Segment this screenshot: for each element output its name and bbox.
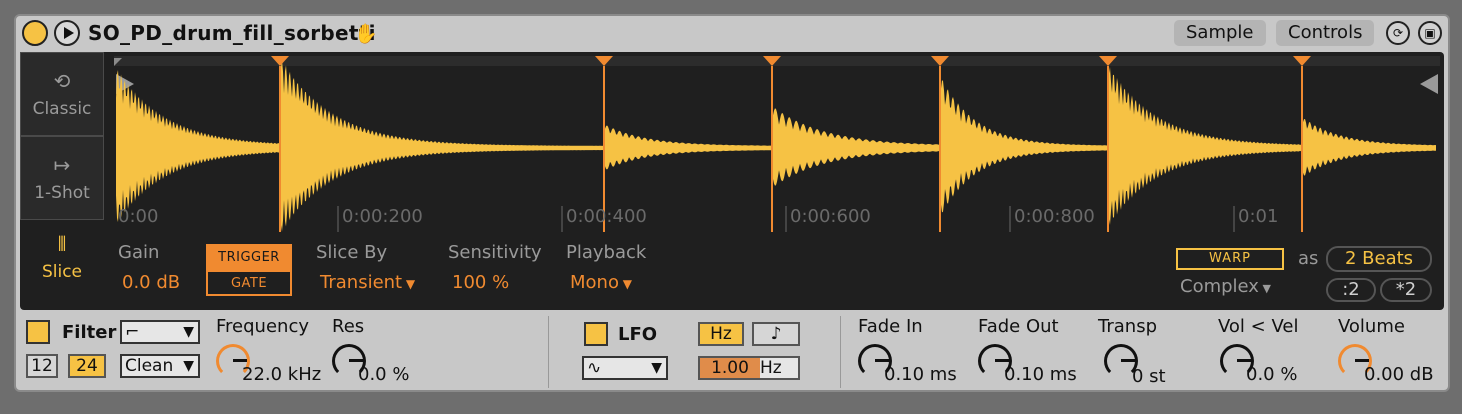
half-tempo-button[interactable]: :2: [1326, 278, 1376, 302]
beats-value[interactable]: 2 Beats: [1326, 246, 1432, 272]
transp-label: Transp: [1098, 316, 1157, 337]
lower-controls: Filter ⌐ ▼ 12 24 Clean ▼ Frequency 22.0 kH…: [16, 312, 1448, 392]
chevron-down-icon: ▼: [183, 358, 194, 374]
fade-out-label: Fade Out: [978, 316, 1059, 337]
filter-circuit-value: Clean: [125, 356, 174, 376]
lowpass-curve-icon: ⌐: [125, 322, 140, 342]
time-label: 0:00:200: [342, 206, 423, 227]
warp-button[interactable]: WARP: [1176, 248, 1284, 270]
playback-mode-selector: ⟲ Classic ↦ 1-Shot ⦀ Slice: [20, 52, 104, 310]
mode-classic-label: Classic: [32, 99, 92, 119]
slope-24-button[interactable]: 24: [68, 354, 106, 378]
gate-button[interactable]: GATE: [208, 270, 290, 294]
waveform-view[interactable]: 0:00 0:00:200 0:00:400 0:00:600 0:00:800 0:0…: [114, 56, 1440, 232]
slice-by-value: Transient: [320, 272, 403, 293]
warp-mode-dropdown[interactable]: Complex ▼: [1180, 276, 1271, 297]
lfo-hz-button[interactable]: Hz: [698, 322, 744, 346]
lfo-label: LFO: [618, 324, 658, 345]
slice-by-label: Slice By: [316, 242, 388, 263]
tab-sample[interactable]: Sample: [1174, 20, 1266, 46]
save-icon[interactable]: ▣: [1418, 21, 1442, 45]
time-label-start: 0:00: [118, 206, 158, 227]
mode-one-shot-button[interactable]: ↦ 1-Shot: [20, 136, 104, 220]
playback-label: Playback: [566, 242, 647, 263]
mode-slice-button[interactable]: ⦀ Slice: [20, 222, 104, 306]
chevron-down-icon: ▼: [651, 360, 662, 376]
lfo-rate-unit: Hz: [760, 358, 782, 378]
hand-icon: ✋: [354, 23, 378, 45]
one-shot-icon: ↦: [53, 153, 71, 177]
fade-in-value: 0.10 ms: [884, 364, 957, 385]
lfo-rate-field[interactable]: 1.00 Hz: [698, 356, 800, 380]
playback-dropdown[interactable]: Mono ▼: [570, 272, 632, 293]
section-divider: [548, 316, 549, 388]
lfo-sync-button[interactable]: ♪: [752, 322, 800, 346]
filter-toggle[interactable]: [26, 320, 50, 344]
time-ruler: 0:00 0:00:200 0:00:400 0:00:600 0:00:800 0:0…: [118, 206, 1278, 232]
vol-vel-value: 0.0 %: [1246, 364, 1298, 385]
fade-in-label: Fade In: [858, 316, 923, 337]
frequency-label: Frequency: [216, 316, 309, 337]
transp-value: 0 st: [1132, 366, 1166, 387]
time-label: 0:00:800: [1014, 206, 1095, 227]
play-icon[interactable]: [54, 20, 80, 46]
as-label: as: [1298, 248, 1319, 269]
simpler-device: SO_PD_drum_fill_sorbetti ✋ Sample Contro…: [14, 14, 1450, 392]
tab-controls[interactable]: Controls: [1276, 20, 1375, 46]
playback-value: Mono: [570, 272, 619, 293]
time-label: 0:00:400: [566, 206, 647, 227]
chevron-down-icon: ▼: [1258, 282, 1271, 295]
filter-type-dropdown[interactable]: ⌐ ▼: [120, 320, 200, 344]
power-icon[interactable]: [22, 20, 48, 46]
mode-classic-button[interactable]: ⟲ Classic: [20, 52, 104, 136]
chevron-down-icon: ▼: [183, 324, 194, 340]
sample-display: ⟲ Classic ↦ 1-Shot ⦀ Slice 0:00 0:00:200…: [20, 52, 1444, 310]
lfo-rate-value: 1.00: [700, 358, 760, 378]
section-divider: [840, 316, 841, 388]
lfo-toggle[interactable]: [584, 322, 608, 346]
chevron-down-icon: ▼: [618, 277, 633, 291]
volume-value: 0.00 dB: [1364, 364, 1434, 385]
fade-out-value: 0.10 ms: [1004, 364, 1077, 385]
slope-12-button[interactable]: 12: [26, 354, 58, 378]
title-bar: SO_PD_drum_fill_sorbetti ✋ Sample Contro…: [16, 16, 1448, 50]
trigger-button[interactable]: TRIGGER: [208, 246, 290, 270]
warp-mode-value: Complex: [1180, 276, 1259, 297]
vol-vel-label: Vol < Vel: [1218, 316, 1299, 337]
time-label: 0:00:600: [790, 206, 871, 227]
sensitivity-label: Sensitivity: [448, 242, 542, 263]
end-marker-handle[interactable]: [1420, 74, 1438, 94]
filter-circuit-dropdown[interactable]: Clean ▼: [120, 354, 200, 378]
chevron-down-icon: ▼: [402, 277, 416, 291]
gain-label: Gain: [118, 242, 160, 263]
loop-icon: ⟲: [53, 69, 71, 93]
res-label: Res: [332, 316, 365, 337]
mode-slice-label: Slice: [41, 262, 83, 282]
time-label: 0:01: [1238, 206, 1278, 227]
slice-by-dropdown[interactable]: Transient ▼: [320, 272, 415, 293]
device-title: SO_PD_drum_fill_sorbetti: [88, 21, 376, 45]
frequency-value: 22.0 kHz: [242, 364, 322, 385]
gain-value[interactable]: 0.0 dB: [122, 272, 180, 293]
filter-label: Filter: [62, 322, 117, 343]
lfo-waveform-dropdown[interactable]: ∿ ▼: [582, 356, 668, 380]
slice-icon: ⦀: [57, 232, 67, 256]
trigger-gate-toggle[interactable]: TRIGGER GATE: [206, 244, 292, 296]
mode-one-shot-label: 1-Shot: [34, 183, 90, 203]
volume-label: Volume: [1338, 316, 1405, 337]
double-tempo-button[interactable]: *2: [1380, 278, 1432, 302]
sensitivity-value[interactable]: 100 %: [452, 272, 509, 293]
res-value: 0.0 %: [358, 364, 410, 385]
hot-swap-icon[interactable]: ⟳: [1386, 21, 1410, 45]
sine-wave-icon: ∿: [587, 358, 602, 378]
